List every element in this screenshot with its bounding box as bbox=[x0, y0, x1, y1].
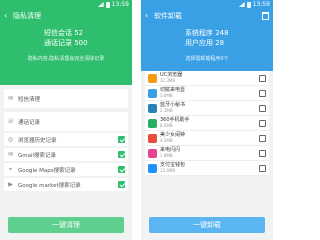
app-size: 8.5MB bbox=[160, 123, 173, 128]
privacy-clean-screen: 13:59 ‹ 隐私清理 短信会话 52 通话记录 500 隐私内容,隐私清理会… bbox=[0, 0, 132, 240]
option-checkbox[interactable] bbox=[118, 136, 125, 143]
app-checkbox[interactable] bbox=[259, 164, 266, 172]
trash-icon[interactable] bbox=[262, 12, 269, 20]
maps-icon: ⌖ bbox=[8, 166, 13, 173]
app-checkbox[interactable] bbox=[259, 89, 266, 97]
app-size: 1.8MB bbox=[160, 153, 173, 158]
app-icon bbox=[148, 88, 157, 98]
message-icon: ✉ bbox=[7, 95, 14, 102]
user-apps-count: 用户应用 28 bbox=[185, 39, 225, 47]
clean-option-row[interactable]: ⌖ Google Maps搜索记录 bbox=[4, 163, 128, 176]
clean-option-label: 通话记录 bbox=[18, 119, 41, 126]
clean-option-label: Google market搜索记录 bbox=[18, 182, 81, 189]
back-arrow-icon[interactable]: ‹ bbox=[145, 12, 154, 20]
header: ‹ 隐私清理 短信会话 52 通话记录 500 隐私内容,隐私清理会完全清除记录 bbox=[0, 9, 132, 85]
app-checkbox[interactable] bbox=[259, 104, 266, 112]
page-title: 软件卸载 bbox=[154, 12, 182, 20]
signal-icon bbox=[97, 2, 104, 7]
app-size: 12.3MB bbox=[160, 78, 176, 83]
clean-option-row[interactable]: ☏ 通话记录 bbox=[4, 112, 128, 131]
app-size: 15.6MB bbox=[160, 168, 176, 173]
app-checkbox[interactable] bbox=[259, 74, 266, 82]
clean-option-label: 浏览器历史记录 bbox=[18, 137, 57, 144]
clean-option-row[interactable]: ◎ 浏览器历史记录 bbox=[4, 133, 128, 146]
call-log-count: 通话记录 500 bbox=[44, 39, 88, 47]
page-title: 隐私清理 bbox=[13, 12, 41, 20]
app-uninstall-screen: 13:59 ‹ 软件卸载 系统程序 248 用户应用 28 选择需卸载程序0个 … bbox=[141, 0, 273, 240]
app-row[interactable]: 蓝牙小秘书 2.1MB bbox=[145, 101, 269, 116]
app-list: UC浏览器 12.3MB 切腻来电显 3.6MB 蓝牙小秘书 2.1MB 360手机助手 8.… bbox=[145, 71, 269, 176]
app-icon bbox=[148, 73, 157, 83]
header: ‹ 软件卸载 系统程序 248 用户应用 28 选择需卸载程序0个 bbox=[141, 9, 273, 71]
option-checkbox[interactable] bbox=[118, 181, 125, 188]
battery-icon bbox=[105, 1, 110, 8]
clean-option-row[interactable]: ✉ Gmail搜索记录 bbox=[4, 148, 128, 161]
back-arrow-icon[interactable]: ‹ bbox=[4, 12, 13, 20]
market-icon: ▶ bbox=[8, 181, 13, 188]
app-icon bbox=[148, 118, 157, 128]
app-icon bbox=[148, 103, 157, 113]
battery-icon bbox=[246, 1, 251, 8]
option-checkbox[interactable] bbox=[118, 151, 125, 158]
app-row[interactable]: 切腻来电显 3.6MB bbox=[145, 86, 269, 101]
gmail-icon: ✉ bbox=[7, 151, 14, 158]
privacy-note: 隐私内容,隐私清理会完全清除记录 bbox=[27, 56, 105, 62]
app-row[interactable]: 美少女闹钟 4.2MB bbox=[145, 131, 269, 146]
app-size: 3.6MB bbox=[160, 93, 173, 98]
app-icon bbox=[148, 148, 157, 158]
status-time: 13:59 bbox=[252, 1, 270, 8]
app-row[interactable]: 来电闪闪 1.8MB bbox=[145, 146, 269, 161]
app-row[interactable]: 支付宝钱包 15.6MB bbox=[145, 161, 269, 176]
app-icon bbox=[148, 163, 157, 173]
clean-option-row[interactable]: ✉ 短信清理 bbox=[4, 89, 128, 108]
phone-icon: ☏ bbox=[7, 118, 15, 125]
app-checkbox[interactable] bbox=[259, 149, 266, 157]
browser-icon: ◎ bbox=[7, 136, 14, 143]
clean-option-row[interactable]: ▶ Google market搜索记录 bbox=[4, 178, 128, 191]
system-apps-count: 系统程序 248 bbox=[185, 29, 229, 37]
app-row[interactable]: 360手机助手 8.5MB bbox=[145, 116, 269, 131]
signal-icon bbox=[238, 2, 245, 7]
clean-option-label: 短信清理 bbox=[18, 96, 41, 103]
status-time: 13:59 bbox=[111, 1, 129, 8]
app-checkbox[interactable] bbox=[259, 119, 266, 127]
app-size: 4.2MB bbox=[160, 138, 173, 143]
clean-option-label: Google Maps搜索记录 bbox=[18, 167, 76, 174]
one-click-clean-button[interactable]: 一键清理 bbox=[8, 217, 124, 233]
status-bar: 13:59 bbox=[141, 0, 273, 9]
app-checkbox[interactable] bbox=[259, 134, 266, 142]
option-checkbox[interactable] bbox=[118, 166, 125, 173]
sms-count: 短信会话 52 bbox=[44, 29, 84, 37]
app-icon bbox=[148, 133, 157, 143]
status-bar: 13:59 bbox=[0, 0, 132, 9]
app-size: 2.1MB bbox=[160, 108, 173, 113]
selected-count-note: 选择需卸载程序0个 bbox=[185, 56, 229, 62]
one-click-uninstall-button[interactable]: 一键卸载 bbox=[149, 217, 265, 233]
app-row[interactable]: UC浏览器 12.3MB bbox=[145, 71, 269, 86]
clean-option-label: Gmail搜索记录 bbox=[18, 152, 57, 159]
